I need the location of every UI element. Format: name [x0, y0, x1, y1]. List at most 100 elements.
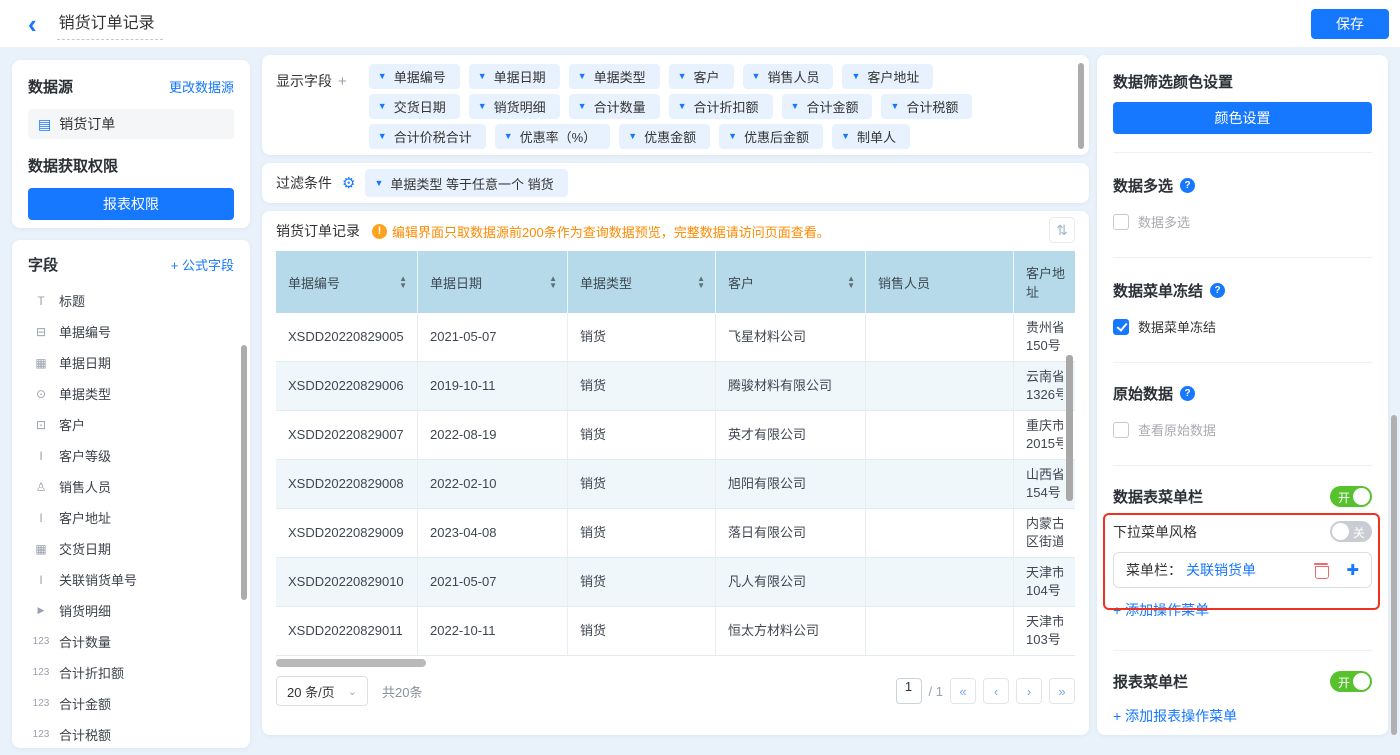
add-formula-field-link[interactable]: + 公式字段 — [171, 255, 234, 274]
field-item-doc-number[interactable]: ⊟ 单据编号 — [28, 316, 234, 347]
gear-icon[interactable]: ⚙ — [342, 174, 355, 192]
display-chip[interactable]: ▼ 优惠金额 — [619, 124, 711, 149]
menu-freeze-checkbox[interactable] — [1113, 318, 1129, 335]
table-row[interactable]: XSDD20220829006 2019-10-11 销货 腾骏材料有限公司 云… — [276, 362, 1075, 411]
datasource-item[interactable]: ▤ 销货订单 — [28, 109, 234, 139]
field-item-total-discount[interactable]: 123 合计折扣额 — [28, 657, 234, 688]
sort-arrows-icon[interactable]: ▲ ▼ — [399, 275, 407, 290]
display-chip[interactable]: ▼ 合计金额 — [781, 94, 873, 119]
display-fields-scrollbar[interactable] — [1078, 63, 1084, 149]
display-chip[interactable]: ▼ 销售人员 — [742, 64, 834, 89]
display-chip[interactable]: ▼ 合计税额 — [881, 94, 973, 119]
field-item-customer-level[interactable]: I 客户等级 — [28, 440, 234, 471]
raw-data-checkbox[interactable] — [1113, 421, 1129, 438]
sort-arrows-icon[interactable]: ▲ ▼ — [697, 275, 705, 290]
column-header-doc-type[interactable]: 单据类型 ▲ ▼ — [568, 251, 716, 313]
display-chip[interactable]: ▼ 优惠后金额 — [719, 124, 824, 149]
cell-doc-type: 销货 — [580, 378, 607, 393]
last-page-button[interactable]: » — [1049, 678, 1075, 704]
display-chip[interactable]: ▼ 单据日期 — [468, 64, 560, 89]
column-header-salesperson[interactable]: 销售人员 — [866, 251, 1014, 313]
cell-doc-date: 2023-04-08 — [430, 525, 497, 540]
column-header-customer-address[interactable]: 客户地址 — [1014, 251, 1075, 313]
table-row[interactable]: XSDD20220829008 2022-02-10 销货 旭阳有限公司 山西省… — [276, 460, 1075, 509]
save-button[interactable]: 保存 — [1311, 9, 1389, 39]
sort-arrows-icon[interactable]: ▲ ▼ — [847, 275, 855, 290]
cell-doc-type: 销货 — [580, 623, 607, 638]
table-row[interactable]: XSDD20220829005 2021-05-07 销货 飞星材料公司 贵州省… — [276, 313, 1075, 362]
field-item-total-amount[interactable]: 123 合计金额 — [28, 688, 234, 719]
display-fields-label: 显示字段 + — [276, 73, 347, 90]
report-menubar-toggle[interactable]: 开 — [1330, 671, 1372, 692]
display-chip[interactable]: ▼ 单据编号 — [368, 64, 460, 89]
column-header-doc-number[interactable]: 单据编号 ▲ ▼ — [276, 251, 418, 313]
display-chip[interactable]: ▼ 合计数量 — [568, 94, 660, 119]
next-page-button[interactable]: › — [1016, 678, 1042, 704]
add-action-menu-link[interactable]: + 添加操作菜单 — [1113, 600, 1209, 620]
field-item-title[interactable]: T 标题 — [28, 285, 234, 316]
report-menubar-heading: 报表菜单栏 — [1113, 674, 1189, 691]
field-item-delivery-date[interactable]: ▦ 交货日期 — [28, 533, 234, 564]
back-icon[interactable]: ‹ — [28, 4, 37, 44]
prev-page-icon: ‹ — [993, 683, 999, 699]
field-item-related-sales-no[interactable]: I 关联销货单号 — [28, 564, 234, 595]
add-display-field-button[interactable]: + — [338, 73, 347, 90]
color-setting-button[interactable]: 颜色设置 — [1113, 102, 1372, 134]
chevron-down-icon: ▼ — [628, 131, 638, 141]
field-item-sales-detail[interactable]: ▶ 销货明细 — [28, 595, 234, 626]
table-menubar-toggle[interactable]: 开 — [1330, 486, 1372, 507]
table-row[interactable]: XSDD20220829011 2022-10-11 销货 恒太方材料公司 天津… — [276, 607, 1075, 656]
display-chip[interactable]: ▼ 交货日期 — [368, 94, 460, 119]
question-icon[interactable]: ? — [1210, 283, 1226, 298]
display-chip[interactable]: ▼ 客户 — [668, 64, 734, 89]
column-header-customer[interactable]: 客户 ▲ ▼ — [716, 251, 866, 313]
field-item-total-qty[interactable]: 123 合计数量 — [28, 626, 234, 657]
filter-condition-chip[interactable]: ▼ 单据类型 等于任意一个 销货 — [365, 169, 568, 197]
table-scrollbar-horizontal[interactable] — [276, 659, 1075, 667]
table-row[interactable]: XSDD20220829010 2021-05-07 销货 凡人有限公司 天津市… — [276, 558, 1075, 607]
page-size-select[interactable]: 20 条/页 ⌄ — [276, 676, 368, 706]
page-scrollbar[interactable] — [1391, 415, 1397, 735]
table-row[interactable]: XSDD20220829007 2022-08-19 销货 英才有限公司 重庆市… — [276, 411, 1075, 460]
question-icon[interactable]: ? — [1180, 178, 1196, 193]
sort-arrows-icon[interactable]: ▲ ▼ — [549, 275, 557, 290]
display-chip[interactable]: ▼ 合计价税合计 — [368, 124, 486, 149]
report-permission-button[interactable]: 报表权限 — [28, 188, 234, 220]
display-chip[interactable]: ▼ 制单人 — [832, 124, 910, 149]
display-chip[interactable]: ▼ 客户地址 — [842, 64, 934, 89]
trash-icon[interactable] — [1314, 562, 1330, 579]
field-item-total-tax[interactable]: 123 合计税额 — [28, 719, 234, 748]
first-page-button[interactable]: « — [950, 678, 976, 704]
page-number-input[interactable]: 1 — [895, 678, 922, 704]
change-datasource-link[interactable]: 更改数据源 — [169, 77, 234, 96]
dropdown-style-toggle[interactable]: 关 — [1330, 521, 1372, 542]
menu-item-link[interactable]: 关联销货单 — [1186, 560, 1310, 580]
table-row[interactable]: XSDD20220829009 2023-04-08 销货 落日有限公司 内蒙古… — [276, 509, 1075, 558]
toggle-off-label: 关 — [1352, 526, 1365, 540]
table-scrollbar-vertical[interactable] — [1066, 355, 1073, 501]
prev-page-button[interactable]: ‹ — [983, 678, 1009, 704]
fields-scrollbar[interactable] — [241, 345, 247, 600]
multi-select-checkbox[interactable] — [1113, 213, 1129, 230]
field-item-customer[interactable]: ⊡ 客户 — [28, 409, 234, 440]
display-chip[interactable]: ▼ 销货明细 — [468, 94, 560, 119]
field-item-salesperson[interactable]: ♙ 销售人员 — [28, 471, 234, 502]
sort-order-button[interactable]: ⇅ — [1049, 217, 1075, 243]
field-item-customer-address[interactable]: I 客户地址 — [28, 502, 234, 533]
raw-data-checkbox-row[interactable]: 查看原始数据 — [1113, 420, 1372, 439]
display-chip[interactable]: ▼ 合计折扣额 — [668, 94, 773, 119]
cell-doc-date: 2019-10-11 — [430, 378, 496, 393]
move-icon[interactable]: ✚ — [1346, 561, 1359, 579]
menu-freeze-checkbox-row[interactable]: 数据菜单冻结 — [1113, 317, 1372, 336]
multi-select-checkbox-row[interactable]: 数据多选 — [1113, 212, 1372, 231]
question-icon[interactable]: ? — [1180, 386, 1196, 401]
field-item-doc-date[interactable]: ▦ 单据日期 — [28, 347, 234, 378]
display-chip[interactable]: ▼ 优惠率（%） — [494, 124, 611, 149]
chip-label: 销货明细 — [493, 100, 546, 115]
display-field-chips: ▼ 单据编号 ▼ 单据日期 ▼ 单据类型 ▼ 客户 ▼ 销售人员 ▼ 客户地址 ▼ 交货日期 … — [368, 64, 973, 154]
chevron-down-icon: ▼ — [790, 101, 800, 111]
add-report-action-menu-link[interactable]: + 添加报表操作菜单 — [1113, 706, 1237, 726]
field-item-doc-type[interactable]: ⊙ 单据类型 — [28, 378, 234, 409]
column-header-doc-date[interactable]: 单据日期 ▲ ▼ — [418, 251, 568, 313]
display-chip[interactable]: ▼ 单据类型 — [568, 64, 660, 89]
